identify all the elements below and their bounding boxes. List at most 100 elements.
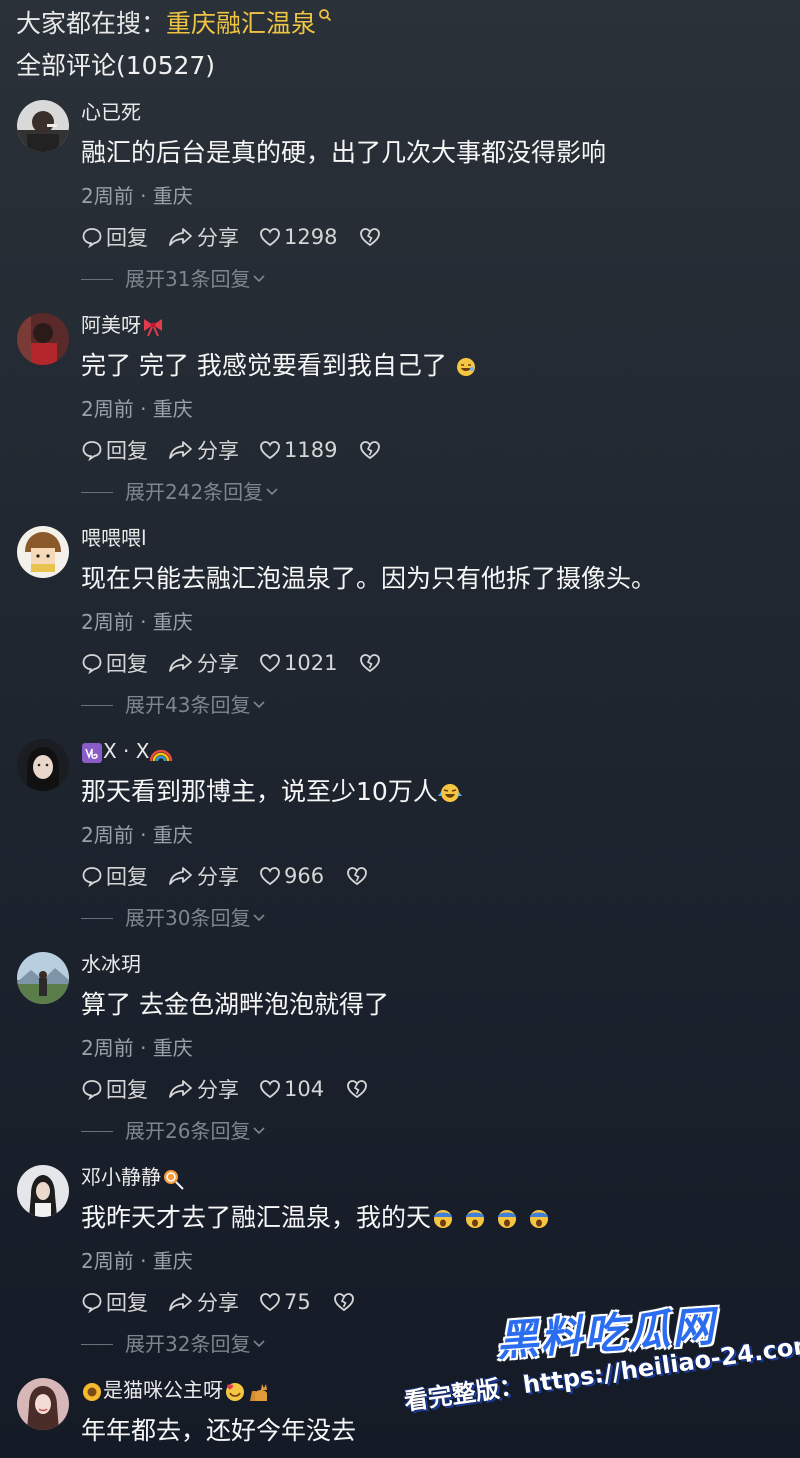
expand-replies[interactable]: 展开26条回复 (81, 1117, 266, 1145)
capricorn-sign-icon (82, 742, 102, 763)
chevron-down-icon (253, 1127, 266, 1135)
comment-item: 心已死 融汇的后台是真的硬，出了几次大事都没得影响 2周前 · 重庆 回复 分享… (0, 98, 800, 311)
username[interactable]: 水冰玥 (81, 950, 141, 978)
avatar[interactable] (17, 526, 69, 578)
comment-item: X · X 那天看到那博主，说至少10万人 2周前 · 重庆 回复 分享 966… (0, 737, 800, 950)
divider-line (81, 491, 113, 493)
like-count: 966 (284, 864, 325, 888)
like-button[interactable]: 1298 (259, 225, 337, 249)
divider-line (81, 1343, 113, 1345)
reply-label: 回复 (106, 1078, 148, 1102)
broken-heart-icon (347, 867, 367, 886)
username[interactable]: 心已死 (81, 98, 141, 126)
comment-text: 年年都去，还好今年没去 (81, 1416, 357, 1445)
reply-button[interactable]: 回复 (81, 1287, 148, 1317)
divider-line (81, 278, 113, 280)
dislike-button[interactable] (346, 1078, 368, 1100)
share-arrow-icon (169, 1293, 192, 1311)
like-button[interactable]: 104 (259, 1077, 324, 1101)
share-label: 分享 (197, 652, 239, 676)
comment-text: 那天看到那博主，说至少10万人 (81, 773, 462, 811)
tears-of-joy-emoji-icon (437, 784, 462, 802)
trending-search-term[interactable]: 重庆融汇温泉 (166, 9, 316, 38)
avatar[interactable] (17, 313, 69, 365)
reply-label: 回复 (106, 652, 148, 676)
like-count: 104 (284, 1077, 325, 1101)
share-button[interactable]: 分享 (168, 861, 239, 891)
scream-emoji-icon (434, 1210, 549, 1228)
heart-icon (260, 867, 280, 886)
comment-meta: 2周前 · 重庆 (81, 823, 193, 847)
all-comments-count: 全部评论(10527) (16, 51, 216, 80)
expand-replies-label: 展开26条回复 (125, 1119, 251, 1143)
comment-text: 算了 去金色湖畔泡泡就得了 (81, 990, 389, 1019)
expand-replies[interactable]: 展开32条回复 (81, 1330, 266, 1358)
share-button[interactable]: 分享 (168, 648, 239, 678)
avatar[interactable] (17, 1378, 69, 1430)
username[interactable]: 阿美呀 (81, 311, 165, 339)
heart-icon (260, 654, 280, 673)
username[interactable]: 喂喂喂l (81, 524, 147, 552)
like-count: 1021 (284, 651, 338, 675)
comment-item: 阿美呀 完了 完了 我感觉要看到我自己了 2周前 · 重庆 回复 分享 1189… (0, 311, 800, 524)
avatar[interactable] (17, 1165, 69, 1217)
trending-search-prefix: 大家都在搜： (16, 9, 167, 38)
speech-bubble-icon (82, 228, 102, 248)
comment-actions: 回复 分享 1021 (81, 648, 381, 678)
comment-text: 现在只能去融汇泡温泉了。因为只有他拆了摄像头。 (81, 564, 657, 593)
reply-button[interactable]: 回复 (81, 648, 148, 678)
rainbow-icon (150, 749, 173, 761)
heart-icon (260, 1080, 280, 1099)
chevron-down-icon (266, 488, 278, 496)
comment-text: 我昨天才去了融汇温泉，我的天 (81, 1199, 555, 1237)
comment-actions: 回复 分享 1189 (81, 435, 381, 465)
username[interactable]: 是猫咪公主呀 (81, 1376, 271, 1404)
search-icon[interactable] (318, 8, 332, 22)
share-button[interactable]: 分享 (168, 1074, 239, 1104)
like-count: 75 (284, 1290, 311, 1314)
share-button[interactable]: 分享 (168, 1287, 239, 1317)
like-button[interactable]: 75 (259, 1290, 311, 1314)
avatar[interactable] (17, 952, 69, 1004)
comment-text: 融汇的后台是真的硬，出了几次大事都没得影响 (81, 138, 607, 167)
dislike-button[interactable] (359, 652, 381, 674)
username[interactable]: 邓小静静 (81, 1163, 185, 1191)
reply-button[interactable]: 回复 (81, 1074, 148, 1104)
avatar[interactable] (17, 100, 69, 152)
expand-replies[interactable]: 展开30条回复 (81, 904, 266, 932)
dislike-button[interactable] (359, 439, 381, 461)
reply-button[interactable]: 回复 (81, 861, 148, 891)
like-button[interactable]: 1189 (259, 438, 337, 462)
cat-icon (250, 1383, 267, 1401)
avatar[interactable] (17, 739, 69, 791)
share-label: 分享 (197, 865, 239, 889)
like-button[interactable]: 1021 (259, 651, 337, 675)
heart-icon (260, 441, 280, 460)
share-arrow-icon (169, 441, 192, 459)
ribbon-bow-icon (144, 318, 162, 336)
share-button[interactable]: 分享 (168, 435, 239, 465)
expand-replies[interactable]: 展开43条回复 (81, 691, 266, 719)
share-arrow-icon (169, 654, 192, 672)
like-count: 1298 (284, 225, 338, 249)
broken-heart-icon (347, 1080, 367, 1099)
like-button[interactable]: 966 (259, 864, 324, 888)
share-label: 分享 (197, 1078, 239, 1102)
share-label: 分享 (197, 226, 239, 250)
expand-replies[interactable]: 展开242条回复 (81, 478, 279, 506)
reply-label: 回复 (106, 865, 148, 889)
reply-label: 回复 (106, 439, 148, 463)
dislike-button[interactable] (346, 865, 368, 887)
reply-button[interactable]: 回复 (81, 222, 148, 252)
watermark: 黑料吃瓜网 看完整版：https://heiliao-24.com (400, 1296, 800, 1446)
dislike-button[interactable] (333, 1291, 355, 1313)
trending-search[interactable]: 大家都在搜：重庆融汇温泉 (16, 6, 784, 42)
expand-replies[interactable]: 展开31条回复 (81, 265, 266, 293)
dislike-button[interactable] (359, 226, 381, 248)
comment-actions: 回复 分享 1298 (81, 222, 381, 252)
comment-item: 喂喂喂l 现在只能去融汇泡温泉了。因为只有他拆了摄像头。 2周前 · 重庆 回复… (0, 524, 800, 737)
username[interactable]: X · X (81, 737, 173, 765)
reply-label: 回复 (106, 1291, 148, 1315)
reply-button[interactable]: 回复 (81, 435, 148, 465)
share-button[interactable]: 分享 (168, 222, 239, 252)
